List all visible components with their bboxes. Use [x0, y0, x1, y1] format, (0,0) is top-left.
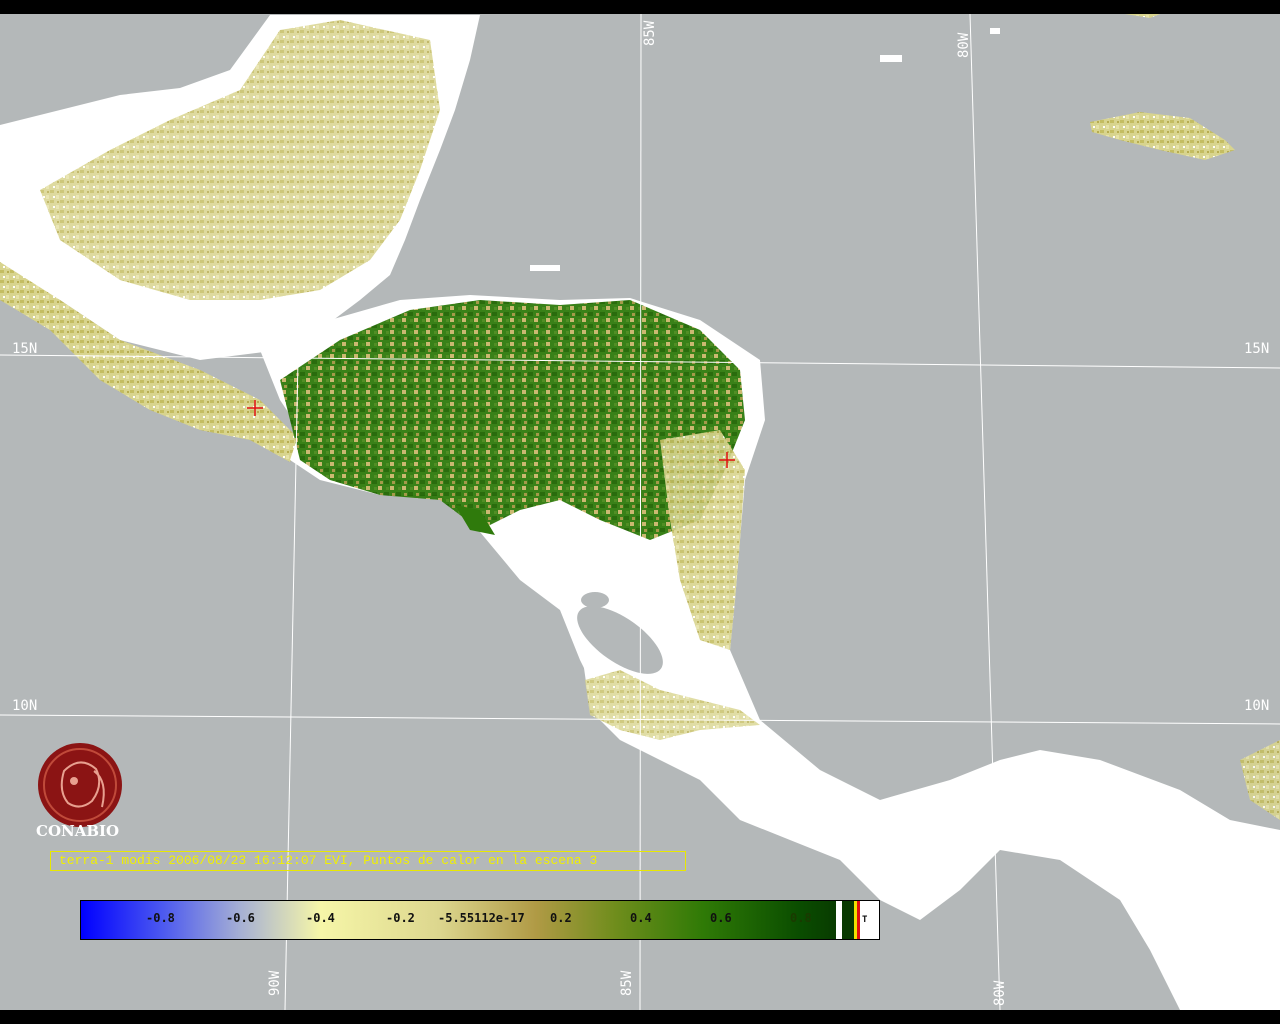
scene-caption: terra-1 modis 2006/08/23 16:12:07 EVI, P… — [50, 851, 686, 871]
island — [880, 55, 902, 62]
logo-label: CONABIO — [36, 822, 120, 840]
colorbar-tick: -0.8 — [146, 911, 175, 925]
lon-label-90w-bottom: 90W — [267, 970, 283, 996]
lake-managua — [581, 592, 609, 608]
colorbar-dark-segment — [842, 901, 854, 939]
top-black-bar — [0, 0, 1280, 14]
island — [530, 265, 560, 271]
lat-label-10n-right: 10N — [1244, 698, 1270, 714]
colorbar-end-label: T — [862, 915, 868, 925]
colorbar-tick: -0.6 — [226, 911, 255, 925]
colorbar-tick: -5.55112e-17 — [438, 911, 525, 925]
colorbar-tick: 0.8 — [790, 911, 812, 925]
lon-label-80w-top: 80W — [956, 32, 972, 58]
lat-label-15n-left: 15N — [12, 341, 38, 357]
colorbar-tick: 0.6 — [710, 911, 732, 925]
colorbar-tick: -0.2 — [386, 911, 415, 925]
lon-label-80w-bottom: 80W — [992, 980, 1008, 1006]
colorbar-tick: 0.4 — [630, 911, 652, 925]
lat-label-15n-right: 15N — [1244, 341, 1270, 357]
bottom-black-bar — [0, 1010, 1280, 1024]
lat-label-10n-left: 10N — [12, 698, 38, 714]
colorbar-tick: 0.2 — [550, 911, 572, 925]
lon-label-85w-top: 85W — [642, 20, 658, 46]
lon-label-85w-bottom: 85W — [619, 970, 635, 996]
colorbar-tick: -0.4 — [306, 911, 335, 925]
island — [990, 28, 1000, 34]
